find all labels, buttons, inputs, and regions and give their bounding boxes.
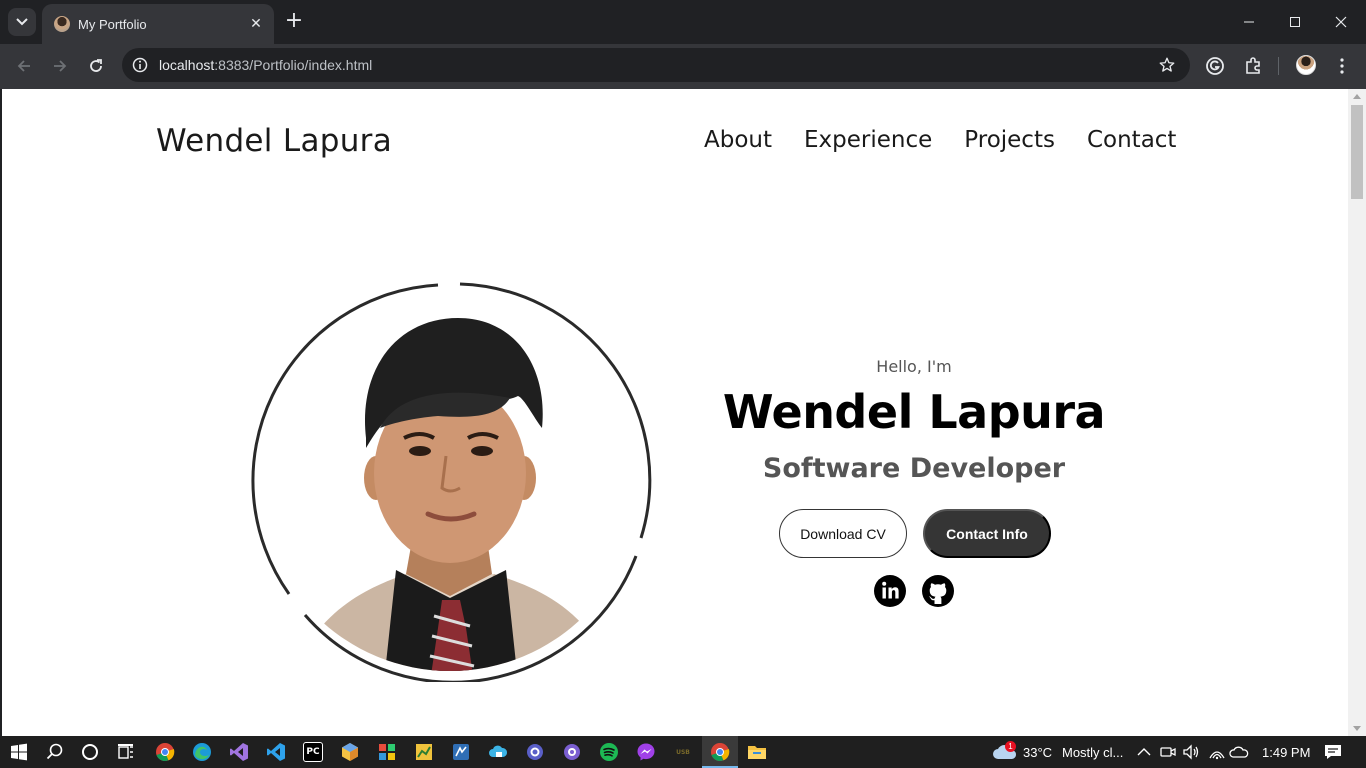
spotify-icon[interactable] (599, 742, 619, 762)
reload-button[interactable] (82, 52, 110, 80)
file-explorer-icon[interactable] (747, 742, 767, 762)
windows-start-icon[interactable] (9, 742, 29, 762)
profile-portrait (251, 282, 652, 682)
site-info-icon[interactable] (132, 57, 148, 73)
app-dark-icon[interactable]: USB (673, 742, 693, 762)
app-grid-icon[interactable] (377, 742, 397, 762)
extensions-puzzle-icon[interactable] (1240, 53, 1266, 79)
close-window-button[interactable] (1326, 8, 1356, 36)
tab-strip: My Portfolio ✕ + (0, 0, 1366, 44)
tab-favicon-icon (54, 16, 70, 32)
maximize-icon (1290, 17, 1300, 27)
nav-contact[interactable]: Contact (1087, 127, 1176, 153)
tab-search-button[interactable] (8, 8, 36, 36)
cortana-icon[interactable] (80, 742, 100, 762)
vscode-icon[interactable] (266, 742, 286, 762)
notifications-icon[interactable] (1323, 742, 1343, 762)
weather-badge: 1 (1005, 741, 1016, 752)
contact-info-button[interactable]: Contact Info (923, 509, 1051, 558)
browser-menu-icon[interactable] (1329, 53, 1355, 79)
scroll-down-arrow-icon[interactable] (1353, 726, 1361, 731)
app-cloud-icon[interactable] (488, 742, 508, 762)
app-chart-icon[interactable] (414, 742, 434, 762)
reload-icon (90, 59, 102, 72)
page-viewport: Wendel Lapura About Experience Projects … (2, 89, 1348, 736)
chevron-up-icon[interactable] (1134, 742, 1154, 762)
volume-icon[interactable] (1181, 742, 1201, 762)
download-cv-button[interactable]: Download CV (779, 509, 907, 558)
url-text: localhost:8383/Portfolio/index.html (159, 57, 373, 73)
pycharm-icon[interactable]: PC (303, 742, 323, 762)
page-scrollbar[interactable] (1348, 89, 1366, 736)
tab-title: My Portfolio (78, 16, 147, 32)
scrollbar-thumb[interactable] (1351, 105, 1363, 199)
linkedin-icon[interactable] (873, 574, 907, 608)
chrome-active-icon[interactable] (710, 742, 730, 762)
onedrive-icon[interactable] (1229, 742, 1249, 762)
arrow-left-icon (17, 60, 30, 72)
nav-projects[interactable]: Projects (964, 127, 1055, 153)
arrow-right-icon (54, 60, 67, 72)
maximize-button[interactable] (1280, 8, 1310, 36)
github-icon[interactable] (921, 574, 955, 608)
taskbar: PC USB 33°C Mostly cl... 1:49 PM (0, 736, 1366, 768)
profile-avatar[interactable] (1296, 55, 1316, 75)
weather-desc[interactable]: Mostly cl... (1062, 745, 1123, 760)
task-view-icon[interactable] (116, 742, 136, 762)
hero-greeting: Hello, I'm (876, 357, 952, 376)
meet-now-icon[interactable] (1158, 742, 1178, 762)
scroll-up-arrow-icon[interactable] (1353, 94, 1361, 99)
browser-toolbar: localhost:8383/Portfolio/index.html (0, 44, 1366, 89)
close-icon (1335, 16, 1347, 28)
toolbar-separator (1278, 57, 1279, 75)
tab-close-icon[interactable]: ✕ (248, 16, 264, 32)
site-nav: About Experience Projects Contact (704, 127, 1176, 153)
search-icon[interactable] (45, 742, 65, 762)
new-tab-button[interactable]: + (284, 10, 304, 34)
minimize-icon (1244, 21, 1254, 23)
chrome-icon[interactable] (155, 742, 175, 762)
bookmark-star-icon[interactable] (1158, 56, 1176, 74)
grammarly-extension-icon[interactable] (1202, 53, 1228, 79)
browser-tab[interactable]: My Portfolio ✕ (42, 4, 274, 44)
app-cube-icon[interactable] (340, 742, 360, 762)
app-blue-icon[interactable] (451, 742, 471, 762)
profile-picture (248, 278, 652, 682)
nav-about[interactable]: About (704, 127, 772, 153)
messenger-icon[interactable] (636, 742, 656, 762)
github-desktop-icon[interactable] (562, 742, 582, 762)
chevron-down-icon (16, 18, 28, 26)
hero-name: Wendel Lapura (722, 385, 1106, 439)
back-button[interactable] (10, 52, 38, 80)
weather-temp[interactable]: 33°C (1023, 745, 1052, 760)
edge-icon[interactable] (192, 742, 212, 762)
wifi-icon[interactable] (1207, 742, 1227, 762)
app-gear-icon[interactable] (525, 742, 545, 762)
clock-time[interactable]: 1:49 PM (1262, 745, 1310, 760)
minimize-button[interactable] (1234, 8, 1264, 36)
hero-role: Software Developer (762, 453, 1066, 484)
forward-button[interactable] (46, 52, 74, 80)
visual-studio-icon[interactable] (229, 742, 249, 762)
address-bar[interactable]: localhost:8383/Portfolio/index.html (122, 48, 1190, 82)
nav-experience[interactable]: Experience (804, 127, 932, 153)
site-logo[interactable]: Wendel Lapura (156, 123, 392, 159)
